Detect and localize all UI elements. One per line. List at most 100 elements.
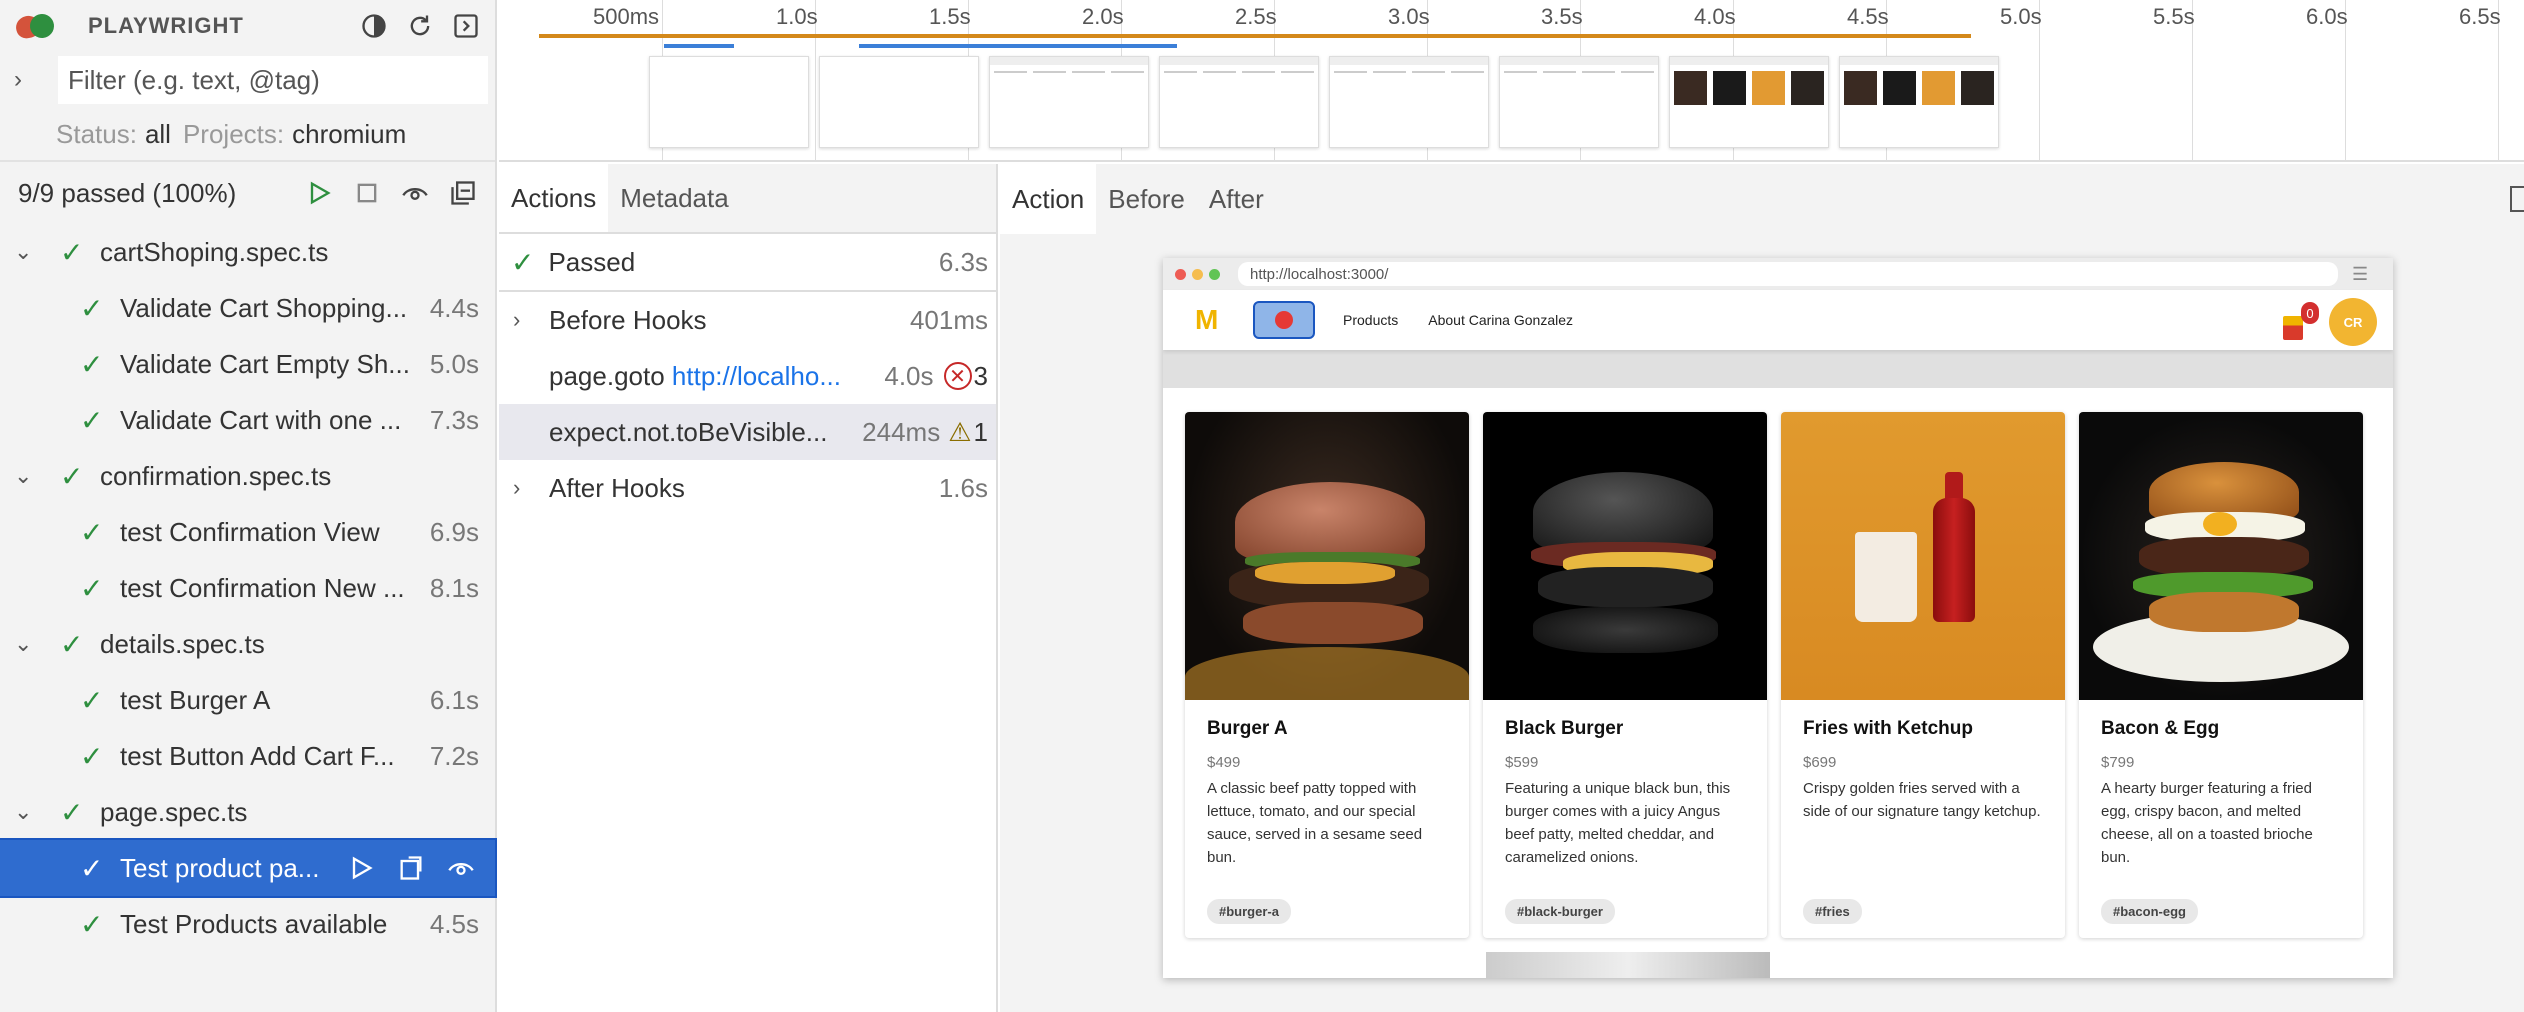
tree-test-row[interactable]: ✓ Validate Cart with one ... 7.3s [0,392,495,448]
tree-test-row[interactable]: ✓ test Confirmation View 6.9s [0,504,495,560]
product-price: $699 [1803,754,1837,771]
chevron-down-icon[interactable]: ⌄ [14,463,36,489]
test-name: test Confirmation New ... [120,572,405,603]
test-duration: 7.3s [429,404,479,435]
tick-label: 4.0s [1694,4,1736,29]
stop-icon[interactable] [351,177,383,209]
timeline-network-bar[interactable] [664,44,734,48]
filmstrip-frame[interactable] [649,56,809,148]
chevron-down-icon[interactable]: ⌄ [14,239,36,265]
chevron-right-icon[interactable]: › [513,307,539,333]
collapse-all-icon[interactable] [447,177,479,209]
chevron-right-icon[interactable]: › [14,66,38,94]
action-row-expect[interactable]: expect.not.toBeVisible... 244ms ⚠ 1 [499,404,996,460]
highlighted-toggle-button[interactable] [1253,301,1315,339]
filmstrip-frame[interactable] [989,56,1149,148]
check-icon: ✓ [80,908,104,940]
check-icon: ✓ [80,740,104,772]
tree-file-row[interactable]: ⌄ ✓ page.spec.ts [0,784,495,840]
chevron-down-icon[interactable]: ⌄ [14,799,36,825]
status-row[interactable]: Status: all Projects: chromium [0,108,495,160]
theme-toggle-icon[interactable] [359,11,389,41]
filmstrip-frame[interactable] [1499,56,1659,148]
open-source-icon[interactable] [395,852,427,884]
file-name: confirmation.spec.ts [100,460,332,491]
tree-test-row[interactable]: ✓ test Button Add Cart F... 7.2s [0,728,495,784]
site-logo: M [1195,304,1219,335]
run-all-icon[interactable] [303,177,335,209]
chevron-right-icon[interactable]: › [513,475,539,501]
product-description: Featuring a unique black bun, this burge… [1505,780,1731,866]
tree-test-row[interactable]: ✓ test Confirmation New ... 8.1s [0,560,495,616]
product-tag: #black-burger [1505,899,1615,924]
filmstrip-frame[interactable] [1159,56,1319,148]
filmstrip-frame[interactable] [1329,56,1489,148]
tree-test-row[interactable]: ✓ Validate Cart Shopping... 4.4s [0,280,495,336]
tree-file-row[interactable]: ⌄ ✓ cartShoping.spec.ts [0,224,495,280]
avatar[interactable]: CR [2329,298,2377,346]
action-url[interactable]: http://localho... [672,361,841,391]
maximize-dot-icon [1209,268,1220,280]
tick-label: 500ms [593,4,660,29]
filmstrip-frame[interactable] [1669,56,1829,148]
tab-actions[interactable]: Actions [499,164,609,232]
filter-input[interactable] [58,56,488,104]
nav-about[interactable]: About Carina Gonzalez [1428,312,1573,328]
tick-label: 6.5s [2459,4,2501,29]
timeline-action-bar[interactable] [1899,34,1971,38]
nav-products[interactable]: Products [1343,312,1398,328]
tab-after[interactable]: After [1197,164,1276,234]
test-name: test Button Add Cart F... [120,740,395,771]
test-name: Test product pa... [120,852,320,883]
chevron-down-icon[interactable]: ⌄ [14,631,36,657]
filter-row: › [0,52,495,108]
cart-icon[interactable]: 0 [2281,302,2319,342]
action-duration: 401ms [909,304,988,335]
test-duration: 4.5s [429,908,479,939]
tab-before[interactable]: Before [1096,164,1197,234]
action-row-goto[interactable]: page.goto http://localho... 4.0s ✕ 3 [499,348,996,404]
warning-badge[interactable]: ⚠ 1 [948,417,988,448]
test-tree: ⌄ ✓ cartShoping.spec.ts ✓ Validate Cart Sho… [0,224,497,952]
status-label: Status: [56,118,137,149]
record-dot-icon [1275,311,1293,329]
warning-count: 1 [973,416,988,447]
tick-label: 5.0s [2000,4,2042,29]
tree-test-row-selected[interactable]: ✓ Test product pa... [0,838,497,898]
test-duration: 7.2s [429,740,479,771]
watch-test-icon[interactable] [445,852,477,884]
tick-label: 1.5s [929,4,971,29]
action-row-after-hooks[interactable]: › After Hooks 1.6s [499,460,996,516]
tree-test-row[interactable]: ✓ Test Products available 4.5s [0,896,495,952]
check-icon: ✓ [80,292,104,324]
action-row-before-hooks[interactable]: › Before Hooks 401ms [499,292,996,348]
tab-action[interactable]: Action [1000,164,1097,234]
toggle-panel-icon[interactable] [451,11,481,41]
reload-icon[interactable] [405,11,435,41]
filmstrip-frame[interactable] [1839,56,1999,148]
tick-label: 4.5s [1847,4,1889,29]
tree-file-row[interactable]: ⌄ ✓ details.spec.ts [0,616,495,672]
timeline-action-bar[interactable] [539,34,1969,38]
filmstrip-frame[interactable] [819,56,979,148]
run-test-icon[interactable] [345,852,377,884]
watch-all-icon[interactable] [399,177,431,209]
timeline[interactable]: 500ms 1.0s 1.5s 2.0s 2.5s 3.0s 3.5s 4.0s… [499,0,2524,162]
error-badge[interactable]: ✕ 3 [943,361,988,392]
tick-label: 5.5s [2153,4,2195,29]
sidebar-header: PLAYWRIGHT [0,0,495,52]
tick-label: 2.0s [1082,4,1124,29]
product-card[interactable]: Fries with Ketchup $699 Crispy golden fr… [1781,412,2065,938]
tree-test-row[interactable]: ✓ test Burger A 6.1s [0,672,495,728]
open-snapshot-icon[interactable] [2510,186,2524,212]
file-name: details.spec.ts [100,628,265,659]
tree-file-row[interactable]: ⌄ ✓ confirmation.spec.ts [0,448,495,504]
product-card[interactable]: Black Burger $599 Featuring a unique bla… [1483,412,1767,938]
timeline-network-bar[interactable] [859,44,1177,48]
check-icon: ✓ [60,236,84,268]
product-card[interactable]: Bacon & Egg $799 A hearty burger featuri… [2079,412,2363,938]
file-name: cartShoping.spec.ts [100,236,329,267]
tree-test-row[interactable]: ✓ Validate Cart Empty Sh... 5.0s [0,336,495,392]
product-card[interactable]: Burger A $499 A classic beef patty toppe… [1185,412,1469,938]
tab-metadata[interactable]: Metadata [608,164,740,232]
